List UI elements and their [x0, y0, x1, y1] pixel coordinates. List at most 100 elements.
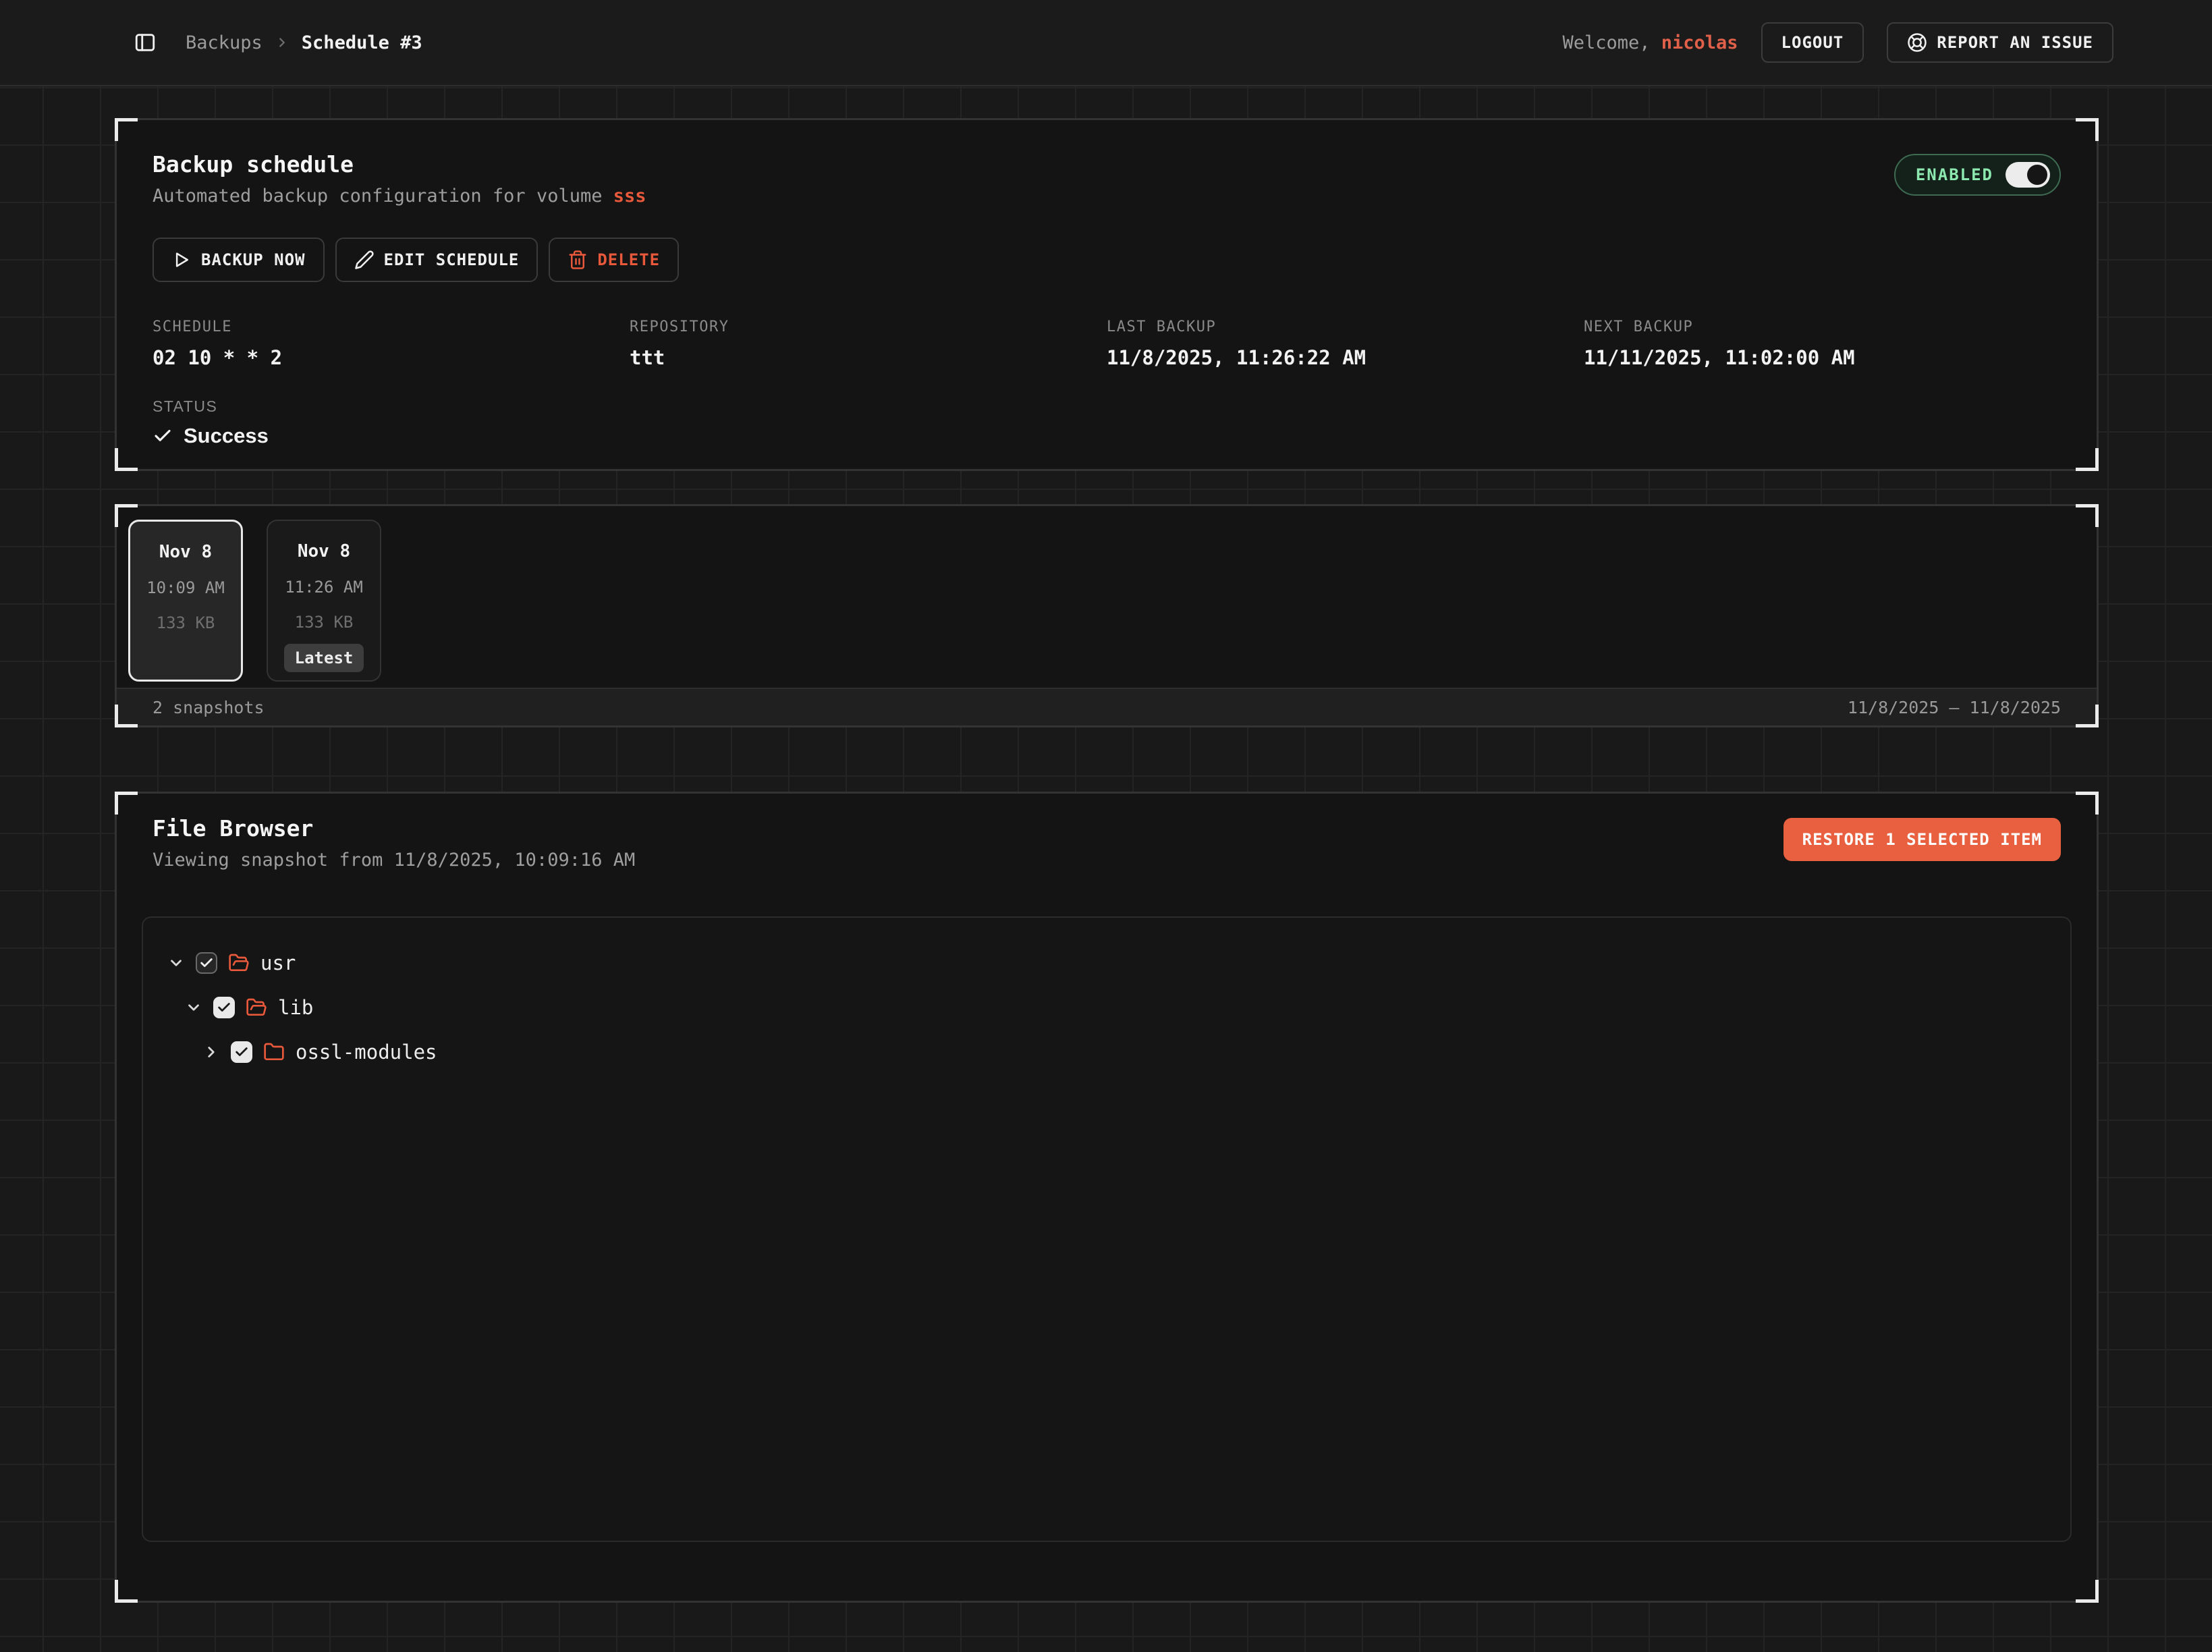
lifebuoy-icon	[1907, 32, 1927, 53]
breadcrumb: Backups Schedule #3	[186, 32, 422, 53]
snapshot-size: 133 KB	[157, 613, 215, 632]
checkbox-lib[interactable]	[213, 997, 235, 1018]
tree-row-ossl-modules[interactable]: ossl-modules	[167, 1030, 2046, 1074]
delete-button[interactable]: DELETE	[549, 238, 679, 282]
edit-schedule-button[interactable]: EDIT SCHEDULE	[335, 238, 538, 282]
field-value: 11/8/2025, 11:26:22 AM	[1107, 346, 1584, 369]
snapshots-panel: Nov 8 10:09 AM 133 KB Nov 8 11:26 AM 133…	[115, 504, 2099, 727]
field-label: NEXT BACKUP	[1584, 319, 2061, 335]
chevron-right-icon	[275, 35, 289, 50]
field-value: 11/11/2025, 11:02:00 AM	[1584, 346, 2061, 369]
corner-bracket	[115, 504, 138, 527]
snapshot-date-range: 11/8/2025 – 11/8/2025	[1848, 698, 2061, 717]
pencil-icon	[354, 250, 375, 270]
snapshot-timeline: Nov 8 10:09 AM 133 KB Nov 8 11:26 AM 133…	[117, 506, 2097, 682]
status-text: Success	[184, 424, 269, 448]
tree-item-label: lib	[278, 996, 313, 1019]
snapshot-time: 10:09 AM	[146, 578, 225, 597]
schedule-actions: BACKUP NOW EDIT SCHEDULE DELETE	[153, 238, 2061, 282]
field-next-backup: NEXT BACKUP 11/11/2025, 11:02:00 AM	[1584, 319, 2061, 369]
corner-bracket	[115, 1580, 138, 1603]
corner-bracket	[2076, 504, 2099, 527]
file-browser-panel: File Browser Viewing snapshot from 11/8/…	[115, 792, 2099, 1603]
schedule-header-text: Backup schedule Automated backup configu…	[153, 151, 646, 206]
corner-bracket	[115, 792, 138, 815]
corner-bracket	[2076, 1580, 2099, 1603]
trash-icon	[568, 250, 588, 270]
toggle-knob	[2027, 165, 2047, 185]
corner-bracket	[2076, 792, 2099, 815]
snapshot-date: Nov 8	[298, 541, 350, 561]
field-schedule: SCHEDULE 02 10 * * 2	[153, 319, 630, 369]
tree-item-label: ossl-modules	[296, 1041, 437, 1064]
corner-bracket	[2076, 705, 2099, 727]
folder-open-icon	[228, 952, 250, 974]
panel-title: File Browser	[153, 815, 635, 842]
sidebar-toggle-button[interactable]	[132, 29, 159, 56]
snapshot-card-latest[interactable]: Nov 8 11:26 AM 133 KB Latest	[267, 520, 381, 682]
top-bar: Backups Schedule #3 Welcome, nicolas LOG…	[0, 0, 2212, 86]
username: nicolas	[1661, 32, 1738, 53]
report-issue-label: REPORT AN ISSUE	[1937, 33, 2093, 52]
logout-label: LOGOUT	[1781, 33, 1844, 52]
field-label: REPOSITORY	[630, 319, 1107, 335]
chevron-down-icon[interactable]	[167, 954, 185, 972]
checkbox-ossl-modules[interactable]	[231, 1041, 252, 1063]
status-block: STATUS Success	[153, 397, 2061, 448]
field-value: 02 10 * * 2	[153, 346, 630, 369]
check-icon	[153, 426, 173, 446]
delete-label: DELETE	[597, 250, 660, 269]
welcome-prefix: Welcome,	[1562, 32, 1650, 53]
chevron-down-icon[interactable]	[185, 999, 202, 1016]
panel-subtitle: Viewing snapshot from 11/8/2025, 10:09:1…	[153, 850, 635, 871]
tree-row-usr[interactable]: usr	[167, 941, 2046, 985]
corner-bracket	[115, 448, 138, 471]
logout-button[interactable]: LOGOUT	[1761, 22, 1864, 63]
restore-selected-button[interactable]: RESTORE 1 SELECTED ITEM	[1784, 818, 2061, 861]
field-label: SCHEDULE	[153, 319, 630, 335]
toggle-switch[interactable]	[2006, 162, 2050, 188]
snapshot-card-selected[interactable]: Nov 8 10:09 AM 133 KB	[128, 520, 243, 682]
latest-badge: Latest	[284, 644, 364, 672]
field-label: LAST BACKUP	[1107, 319, 1584, 335]
snapshot-count: 2 snapshots	[153, 698, 265, 717]
enabled-toggle[interactable]: ENABLED	[1894, 154, 2061, 196]
subtitle-prefix: Automated backup configuration for volum…	[153, 186, 613, 206]
field-value: ttt	[630, 346, 1107, 369]
field-last-backup: LAST BACKUP 11/8/2025, 11:26:22 AM	[1107, 319, 1584, 369]
corner-bracket	[2076, 118, 2099, 141]
snapshot-size: 133 KB	[295, 613, 354, 632]
backup-now-label: BACKUP NOW	[201, 250, 306, 269]
status-value: Success	[153, 424, 2061, 448]
chevron-right-icon[interactable]	[202, 1043, 220, 1061]
report-issue-button[interactable]: REPORT AN ISSUE	[1887, 22, 2113, 63]
topbar-right: Welcome, nicolas LOGOUT REPORT AN ISSUE	[1562, 22, 2113, 63]
status-label: STATUS	[153, 397, 2061, 416]
corner-bracket	[2076, 448, 2099, 471]
edit-schedule-label: EDIT SCHEDULE	[384, 250, 520, 269]
backup-now-button[interactable]: BACKUP NOW	[153, 238, 325, 282]
schedule-fields: SCHEDULE 02 10 * * 2 REPOSITORY ttt LAST…	[153, 319, 2061, 369]
backup-schedule-panel: Backup schedule Automated backup configu…	[115, 118, 2099, 471]
panel-left-icon	[134, 31, 157, 54]
tree-row-lib[interactable]: lib	[167, 985, 2046, 1030]
folder-icon	[263, 1041, 285, 1063]
snapshots-footer: 2 snapshots 11/8/2025 – 11/8/2025	[117, 688, 2097, 725]
checkbox-usr[interactable]	[196, 952, 217, 974]
field-repository: REPOSITORY ttt	[630, 319, 1107, 369]
snapshot-date: Nov 8	[159, 542, 212, 562]
corner-bracket	[115, 705, 138, 727]
folder-open-icon	[246, 997, 267, 1018]
breadcrumb-current: Schedule #3	[302, 32, 422, 53]
tree-item-label: usr	[260, 952, 296, 974]
corner-bracket	[115, 118, 138, 141]
volume-name: sss	[613, 186, 646, 206]
play-icon	[171, 250, 192, 270]
enabled-label: ENABLED	[1916, 165, 1993, 184]
panel-subtitle: Automated backup configuration for volum…	[153, 186, 646, 206]
file-tree: usr lib ossl-modules	[142, 916, 2072, 1542]
panel-title: Backup schedule	[153, 151, 646, 177]
file-browser-header-text: File Browser Viewing snapshot from 11/8/…	[153, 815, 635, 871]
welcome-text: Welcome, nicolas	[1562, 32, 1738, 53]
breadcrumb-backups-link[interactable]: Backups	[186, 32, 262, 53]
